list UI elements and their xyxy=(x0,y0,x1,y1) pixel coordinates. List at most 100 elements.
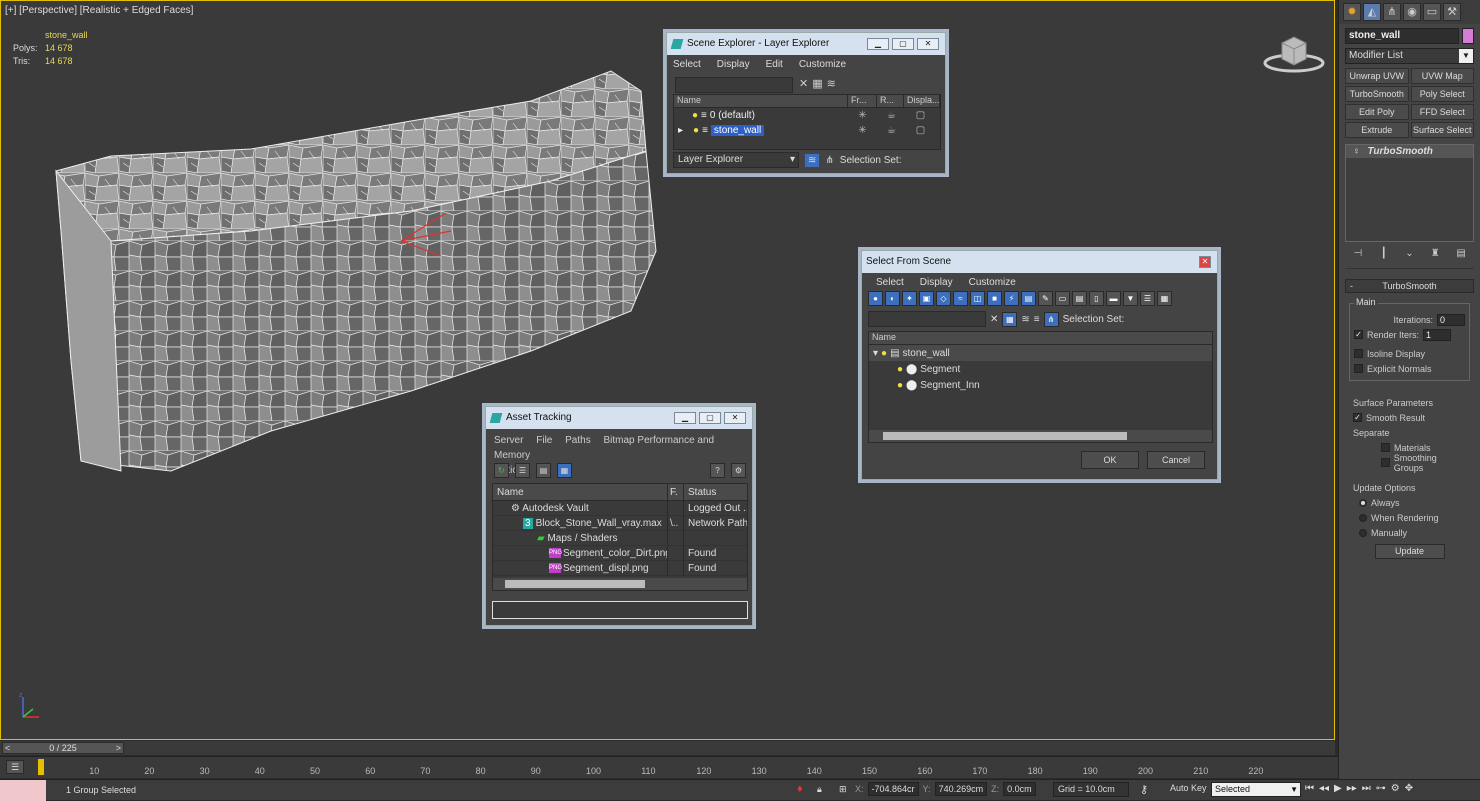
layer-row[interactable]: ● ≡ 0 (default) ✳ ☕ ▢ xyxy=(674,108,940,123)
play-icon[interactable]: ▶ xyxy=(1334,783,1342,794)
goto-start-icon[interactable]: ⏮ xyxy=(1305,783,1314,794)
display-invert-icon[interactable]: ▬ xyxy=(1106,291,1121,306)
prev-frame-icon[interactable]: < xyxy=(5,743,10,753)
teapot-icon[interactable]: ☕ xyxy=(877,110,906,121)
time-slider-handle[interactable]: < 0 / 225 > xyxy=(2,742,124,754)
when-rendering-radio[interactable] xyxy=(1359,513,1367,522)
maxscript-listener[interactable] xyxy=(0,779,46,801)
maximize-button[interactable]: ▢ xyxy=(892,38,914,50)
next-key-icon[interactable]: ▸▸ xyxy=(1347,783,1357,794)
smooth-result-checkbox[interactable]: ✓ xyxy=(1353,413,1362,422)
col-name[interactable]: Name xyxy=(493,484,668,500)
select-search-input[interactable] xyxy=(868,311,986,327)
col-freeze[interactable]: Fr... xyxy=(848,95,877,107)
lightbulb-icon[interactable]: ♀ xyxy=(1352,146,1360,157)
filter-funnel-icon[interactable]: ▼ xyxy=(1123,291,1138,306)
utilities-tab-icon[interactable]: ⚒ xyxy=(1443,3,1461,21)
menu-edit[interactable]: Edit xyxy=(766,59,783,70)
col-name[interactable]: Name xyxy=(674,95,848,107)
display-frozen-icon[interactable]: ✎ xyxy=(1038,291,1053,306)
y-coord-field[interactable]: 740.269cm xyxy=(934,782,988,796)
display-helpers-icon[interactable]: ◇ xyxy=(936,291,951,306)
col-name[interactable]: Name xyxy=(869,332,1212,345)
display-box-icon[interactable]: ▢ xyxy=(906,125,935,136)
pin-stack-icon[interactable]: ⊣ xyxy=(1349,248,1367,262)
expand-arrow-icon[interactable]: ▾ xyxy=(873,348,878,359)
turbosmooth-button[interactable]: TurboSmooth xyxy=(1345,86,1409,102)
layer-row[interactable]: ▸ ● ≡ stone_wall ✳ ☕ ▢ xyxy=(674,123,940,138)
layer-tools-icon[interactable]: ≋ xyxy=(1021,314,1029,325)
menu-customize[interactable]: Customize xyxy=(969,277,1016,288)
settings-icon[interactable]: ⚙ xyxy=(731,463,746,478)
hierarchy-tab-icon[interactable]: ⋔ xyxy=(1383,3,1401,21)
set-key-icon[interactable]: ⚷ xyxy=(1140,783,1148,796)
hierarchy-mode-icon[interactable]: ⋔ xyxy=(1043,311,1059,327)
display-box-icon[interactable]: ▢ xyxy=(906,110,935,121)
create-tab-icon[interactable]: ✹ xyxy=(1343,3,1361,21)
update-button[interactable]: Update xyxy=(1374,544,1445,559)
viewcube-icon[interactable] xyxy=(1263,29,1325,73)
asset-tracking-window[interactable]: Asset Tracking ▁ ▢ ✕ Server File Paths B… xyxy=(485,406,753,626)
layers-mode-icon[interactable]: ≡ xyxy=(1034,314,1040,325)
asset-tracking-titlebar[interactable]: Asset Tracking ▁ ▢ ✕ xyxy=(486,407,752,429)
list-view-icon[interactable]: ☰ xyxy=(515,463,530,478)
ok-button[interactable]: OK xyxy=(1081,451,1139,469)
table-row[interactable]: PNGSegment_displ.png Found xyxy=(493,561,747,576)
menu-paths[interactable]: Paths xyxy=(565,435,591,446)
col-f[interactable]: F. xyxy=(668,484,684,500)
display-hidden-icon[interactable]: ▭ xyxy=(1055,291,1070,306)
modifier-list-dropdown[interactable]: Modifier List ▼ xyxy=(1345,48,1474,64)
close-button[interactable]: ✕ xyxy=(1199,256,1211,268)
iterations-spinner[interactable]: 0 xyxy=(1437,313,1465,326)
col-render[interactable]: R... xyxy=(877,95,904,107)
menu-server[interactable]: Server xyxy=(494,435,523,446)
minimize-button[interactable]: ▁ xyxy=(674,412,696,424)
isoline-display-checkbox[interactable] xyxy=(1354,349,1363,358)
absolute-mode-icon[interactable]: ⊞ xyxy=(839,784,847,795)
menu-display[interactable]: Display xyxy=(717,59,750,70)
menu-customize[interactable]: Customize xyxy=(799,59,846,70)
list-item[interactable]: ● ⬤ Segment xyxy=(869,361,1212,377)
filter-selected-icon[interactable]: ▦ xyxy=(1002,311,1018,327)
ffd-select-button[interactable]: FFD Select xyxy=(1410,104,1474,120)
viewport-label[interactable]: [+] [Perspective] [Realistic + Edged Fac… xyxy=(5,5,193,16)
asset-path-field[interactable] xyxy=(492,601,748,619)
z-coord-field[interactable]: 0.0cm xyxy=(1003,782,1036,796)
motion-tab-icon[interactable]: ◉ xyxy=(1403,3,1421,21)
display-bones-icon[interactable]: ⚡ xyxy=(1004,291,1019,306)
uvw-map-button[interactable]: UVW Map xyxy=(1410,68,1474,84)
col-status[interactable]: Status xyxy=(684,484,747,500)
navigation-icon[interactable]: ✥ xyxy=(1405,783,1413,794)
always-radio[interactable] xyxy=(1359,498,1367,507)
lightbulb-icon[interactable]: ● xyxy=(897,364,903,375)
display-none-icon[interactable]: ▯ xyxy=(1089,291,1104,306)
freeze-icon[interactable]: ✳ xyxy=(848,110,877,121)
table-row[interactable]: ⚙ Autodesk Vault Logged Out ... xyxy=(493,501,747,516)
scene-explorer-window[interactable]: Scene Explorer - Layer Explorer ▁ ▢ ✕ Se… xyxy=(666,32,946,174)
mini-curve-editor-icon[interactable]: ☰ xyxy=(6,760,24,774)
prev-key-icon[interactable]: ◂◂ xyxy=(1319,783,1329,794)
close-button[interactable]: ✕ xyxy=(724,412,746,424)
list-item[interactable]: ● ⬤ Segment_Inn xyxy=(869,377,1212,393)
hierarchy-mode-icon[interactable]: ⋔ xyxy=(825,155,833,166)
isolate-icon[interactable]: ♦ xyxy=(797,783,803,795)
horizontal-scrollbar[interactable] xyxy=(493,578,747,590)
freeze-icon[interactable]: ✳ xyxy=(848,125,877,136)
unwrap-uvw-button[interactable]: Unwrap UVW xyxy=(1345,68,1409,84)
filter-icon[interactable]: ▦ xyxy=(812,77,822,90)
object-color-swatch[interactable] xyxy=(1462,28,1474,44)
clear-search-icon[interactable]: ✕ xyxy=(799,77,808,90)
col-display[interactable]: Displa... xyxy=(904,95,940,107)
display-all-icon[interactable]: ▤ xyxy=(1072,291,1087,306)
surface-select-button[interactable]: Surface Select xyxy=(1410,122,1474,138)
teapot-icon[interactable]: ☕ xyxy=(877,125,906,136)
tree-view-icon[interactable]: ▤ xyxy=(536,463,551,478)
poly-select-button[interactable]: Poly Select xyxy=(1410,86,1474,102)
table-row[interactable]: 3 Block_Stone_Wall_vray.max \.. Network P… xyxy=(493,516,747,531)
key-mode-icon[interactable]: ⊶ xyxy=(1376,783,1386,794)
render-iters-spinner[interactable]: 1 xyxy=(1423,328,1452,341)
close-button[interactable]: ✕ xyxy=(917,38,939,50)
layers-mode-icon[interactable]: ≋ xyxy=(805,153,820,167)
cancel-button[interactable]: Cancel xyxy=(1147,451,1205,469)
scene-explorer-search-input[interactable] xyxy=(675,77,793,93)
